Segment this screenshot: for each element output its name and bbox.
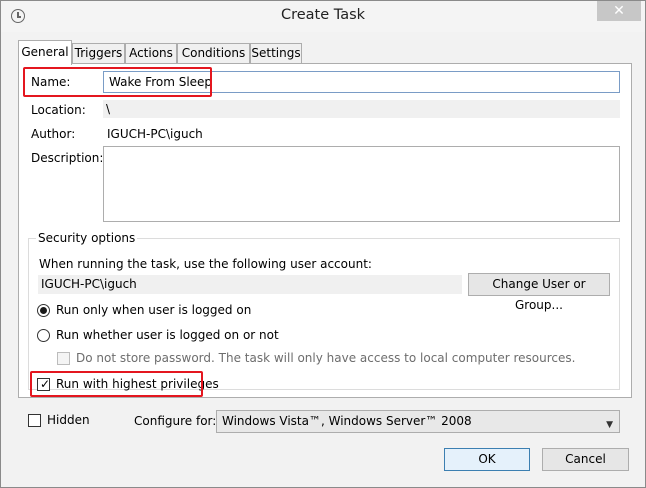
create-task-window: Create Task ✕ General Triggers Actions C… xyxy=(0,0,646,488)
description-label: Description: xyxy=(31,151,104,165)
tab-general[interactable]: General xyxy=(18,40,72,65)
user-account-field: IGUCH-PC\iguch xyxy=(38,275,462,294)
run-whether-radio[interactable] xyxy=(37,329,50,342)
chevron-down-icon: ▼ xyxy=(606,420,613,430)
close-button[interactable]: ✕ xyxy=(597,1,641,21)
no-store-password-checkbox xyxy=(57,352,70,365)
cancel-button[interactable]: Cancel xyxy=(542,448,629,471)
tab-actions[interactable]: Actions xyxy=(125,43,177,64)
description-textarea[interactable] xyxy=(103,146,620,222)
tab-settings[interactable]: Settings xyxy=(250,43,302,64)
run-logged-on-label[interactable]: Run only when user is logged on xyxy=(56,303,251,317)
run-logged-on-radio[interactable] xyxy=(37,304,50,317)
no-store-password-label: Do not store password. The task will onl… xyxy=(76,351,576,365)
close-icon: ✕ xyxy=(613,3,625,19)
window-title: Create Task xyxy=(280,7,366,23)
configure-for-label: Configure for: xyxy=(134,414,217,428)
configure-for-select[interactable]: Windows Vista™, Windows Server™ 2008 ▼ xyxy=(216,410,620,433)
run-whether-label[interactable]: Run whether user is logged on or not xyxy=(56,328,279,342)
tab-conditions[interactable]: Conditions xyxy=(177,43,250,64)
privileges-highlight-box xyxy=(30,371,203,397)
tab-triggers[interactable]: Triggers xyxy=(72,43,125,64)
change-user-button[interactable]: Change User or Group... xyxy=(468,273,610,312)
hidden-label[interactable]: Hidden xyxy=(47,413,90,427)
author-value: IGUCH-PC\iguch xyxy=(107,127,203,141)
security-options-title: Security options xyxy=(36,231,138,245)
account-prompt: When running the task, use the following… xyxy=(39,257,372,271)
name-highlight-box xyxy=(23,67,212,97)
location-value: \ xyxy=(103,100,620,118)
author-label: Author: xyxy=(31,127,76,141)
location-label: Location: xyxy=(31,103,86,117)
configure-for-value: Windows Vista™, Windows Server™ 2008 xyxy=(222,414,472,428)
title-bar: Create Task ✕ xyxy=(1,1,645,32)
hidden-checkbox[interactable] xyxy=(28,414,41,427)
ok-button[interactable]: OK xyxy=(444,448,530,471)
